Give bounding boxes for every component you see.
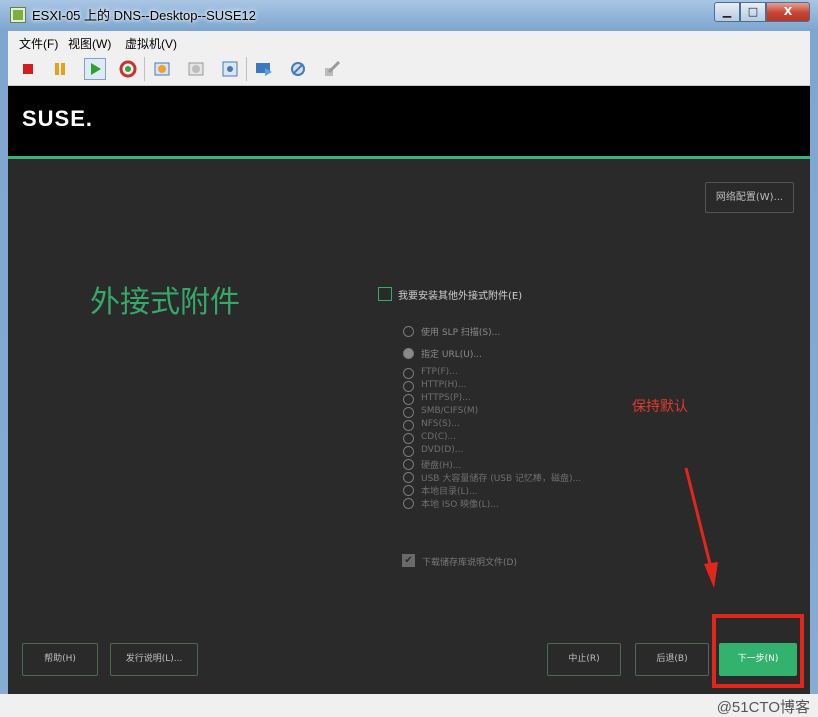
download-docs-checkbox[interactable]: ✔ [402,554,415,567]
menu-vm[interactable]: 虚拟机(V) [125,35,177,52]
stop-icon[interactable] [18,59,38,79]
status-bar: @51CTO博客 [0,694,818,717]
source-option-radio[interactable] [403,420,414,431]
vm-icon [10,7,26,23]
abort-button[interactable]: 中止(R) [547,643,621,676]
pause-icon[interactable] [50,59,70,79]
watermark: @51CTO博客 [716,699,810,716]
source-option-label[interactable]: FTP(F)... [421,367,458,377]
maximize-button[interactable]: □ [740,2,766,22]
back-button[interactable]: 后退(B) [635,643,709,676]
minimize-button[interactable]: ▁ [714,2,740,22]
release-notes-button[interactable]: 发行说明(L)... [110,643,198,676]
network-config-button[interactable]: 网络配置(W)... [705,182,794,213]
installer-header: SUSE. [8,86,810,156]
menu-view[interactable]: 视图(W) [68,35,111,52]
source-option-label[interactable]: DVD(D)... [421,445,463,455]
title-bar[interactable]: ESXI-05 上的 DNS--Desktop--SUSE12 ▁ □ X [0,0,818,30]
page-title: 外接式附件 [90,285,240,320]
reset-icon[interactable] [118,59,138,79]
source-option-radio[interactable] [403,498,414,509]
source-option-radio[interactable] [403,446,414,457]
source-option-radio[interactable] [403,348,414,359]
header-divider [8,156,810,159]
source-option-radio[interactable] [403,381,414,392]
edit-settings-icon[interactable] [322,59,342,79]
toolbar [8,53,810,86]
annotation-arrow [684,467,718,588]
menu-bar: 文件(F) 视图(W) 虚拟机(V) [8,31,810,53]
source-option-label[interactable]: 使用 SLP 扫描(S)... [421,325,500,338]
source-option-label[interactable]: 硬盘(H)... [421,458,461,471]
vm-screen[interactable]: SUSE. 网络配置(W)... 外接式附件 我要安装其他外接式附件(E) 使用… [8,86,810,694]
source-option-label[interactable]: USB 大容量储存 (USB 记忆棒，磁盘)... [421,471,581,484]
source-option-radio[interactable] [403,472,414,483]
vm-console-window: ESXI-05 上的 DNS--Desktop--SUSE12 ▁ □ X 文件… [0,0,818,717]
source-option-radio[interactable] [403,326,414,337]
suse-logo: SUSE. [22,106,94,131]
annotation-text: 保持默认 [632,399,688,415]
source-option-label[interactable]: NFS(S)... [421,419,460,429]
source-option-label[interactable]: HTTPS(P)... [421,393,471,403]
source-option-label[interactable]: 指定 URL(U)... [421,347,482,360]
download-docs-label[interactable]: 下载储存库说明文件(D) [422,555,517,568]
source-option-label[interactable]: 本地目录(L)... [421,484,478,497]
snapshot-manager-icon[interactable] [220,59,240,79]
source-option-radio[interactable] [403,459,414,470]
help-button[interactable]: 帮助(H) [22,643,98,676]
source-option-radio[interactable] [403,433,414,444]
settings-icon[interactable] [288,59,308,79]
source-option-label[interactable]: CD(C)... [421,432,456,442]
close-button[interactable]: X [766,2,810,22]
source-option-radio[interactable] [403,485,414,496]
snapshot-icon[interactable] [152,59,172,79]
window-title: ESXI-05 上的 DNS--Desktop--SUSE12 [32,8,256,23]
add-on-checkbox[interactable] [378,287,392,301]
console-icon[interactable] [254,59,274,79]
annotation-highlight-box [712,614,804,688]
play-icon[interactable] [84,58,106,80]
source-option-radio[interactable] [403,407,414,418]
source-option-label[interactable]: 本地 ISO 映像(L)... [421,497,499,510]
source-option-radio[interactable] [403,368,414,379]
revert-snapshot-icon[interactable] [186,59,206,79]
source-option-radio[interactable] [403,394,414,405]
add-on-checkbox-label[interactable]: 我要安装其他外接式附件(E) [398,287,522,302]
menu-file[interactable]: 文件(F) [19,35,58,52]
source-option-label[interactable]: SMB/CIFS(M) [421,406,478,416]
source-option-label[interactable]: HTTP(H)... [421,380,466,390]
